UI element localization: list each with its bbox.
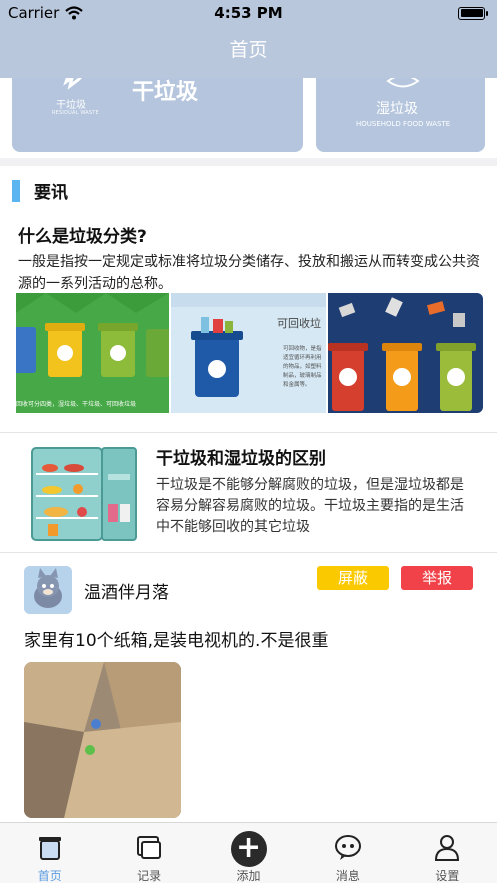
section-divider (0, 158, 497, 166)
record-icon (137, 836, 162, 859)
article-title: 什么是垃圾分类? (18, 227, 147, 247)
tab-record[interactable]: 记录 (99, 823, 198, 883)
trash-bin-icon (38, 837, 61, 860)
tab-label: 添加 (236, 869, 261, 883)
section-accent-bar (12, 179, 20, 202)
status-bar: Carrier 4:53 PM (0, 0, 497, 26)
article-image-sorting-bins (328, 293, 483, 413)
article-what-is-sorting[interactable]: 什么是垃圾分类? 一般是指按一定规定或标准将垃圾分类储存、投放和搬运从而转变成公… (18, 222, 484, 295)
wet-waste-english: HOUSEHOLD FOOD WASTE (356, 120, 451, 128)
wet-waste-name: 湿垃圾 (376, 101, 418, 117)
news-section-header: 要讯 (12, 178, 68, 203)
image2-text: 可回收物，是指适宜循环再利用的物品，如塑料制品，玻璃制品和金属等。 (283, 346, 322, 388)
tab-messages[interactable]: 消息 (298, 823, 397, 883)
tab-label: 记录 (137, 869, 162, 883)
article-dry-vs-wet[interactable]: 干垃圾和湿垃圾的区别 干垃圾是不能够分解腐败的垃圾，但是湿垃圾都是容易分解容易腐… (0, 440, 497, 550)
image2-heading: 可回收垃 (277, 317, 321, 330)
tab-bar: 首页 记录 + 添加 消息 设置 (0, 822, 497, 883)
post-image[interactable] (24, 662, 181, 818)
page-title: 首页 (229, 39, 268, 61)
tab-home[interactable]: 首页 (0, 823, 99, 883)
report-button[interactable]: 举报 (401, 566, 473, 590)
post-username[interactable]: 温酒伴月落 (84, 578, 169, 603)
image1-caption: 回收可分四类，湿垃圾、干垃圾、可回收垃圾 (16, 401, 137, 408)
tab-settings[interactable]: 设置 (398, 823, 497, 883)
article2-body: 干垃圾是不能够分解腐败的垃圾，但是湿垃圾都是容易分解容易腐败的垃圾。干垃圾主要指… (156, 477, 464, 535)
fridge-illustration (31, 447, 137, 541)
settings-user-icon (435, 835, 460, 861)
dry-waste-small-label: 干垃圾 (56, 100, 86, 111)
message-icon (334, 835, 361, 860)
block-button[interactable]: 屏蔽 (317, 566, 389, 590)
tab-label: 消息 (335, 869, 360, 883)
tab-add[interactable]: + 添加 (199, 823, 298, 883)
dry-waste-name: 干垃圾 (132, 80, 199, 105)
article2-title: 干垃圾和湿垃圾的区别 (156, 449, 326, 469)
article-image-recyclable-bin: 可回收垃 可回收物，是指适宜循环再利用的物品，如塑料制品，玻璃制品和金属等。 (171, 293, 326, 413)
battery-icon (458, 6, 488, 20)
article-image-bins-green: 回收可分四类，湿垃圾、干垃圾、可回收垃圾 (16, 293, 169, 413)
article-separator (0, 552, 497, 553)
article-separator (0, 432, 497, 433)
status-time: 4:53 PM (214, 4, 283, 22)
article-image-row[interactable]: 回收可分四类，湿垃圾、干垃圾、可回收垃圾 可回收垃 可回收物，是指适宜循环再利用… (16, 293, 483, 413)
article-body: 一般是指按一定规定或标准将垃圾分类储存、投放和搬运从而转变成公共资源的一系列活动… (18, 254, 480, 292)
add-icon: + (230, 831, 267, 867)
post-text: 家里有10个纸箱,是装电视机的.不是很重 (24, 631, 329, 651)
navigation-bar: Carrier 4:53 PM 首页 (0, 0, 497, 78)
avatar[interactable] (24, 566, 72, 614)
dry-waste-english: RESIDUAL WASTE (52, 110, 99, 116)
tab-label: 首页 (37, 869, 62, 883)
article2-text: 干垃圾和湿垃圾的区别 干垃圾是不能够分解腐败的垃圾，但是湿垃圾都是容易分解容易腐… (156, 444, 476, 538)
news-section-title: 要讯 (34, 183, 68, 203)
tab-label: 设置 (435, 869, 460, 883)
